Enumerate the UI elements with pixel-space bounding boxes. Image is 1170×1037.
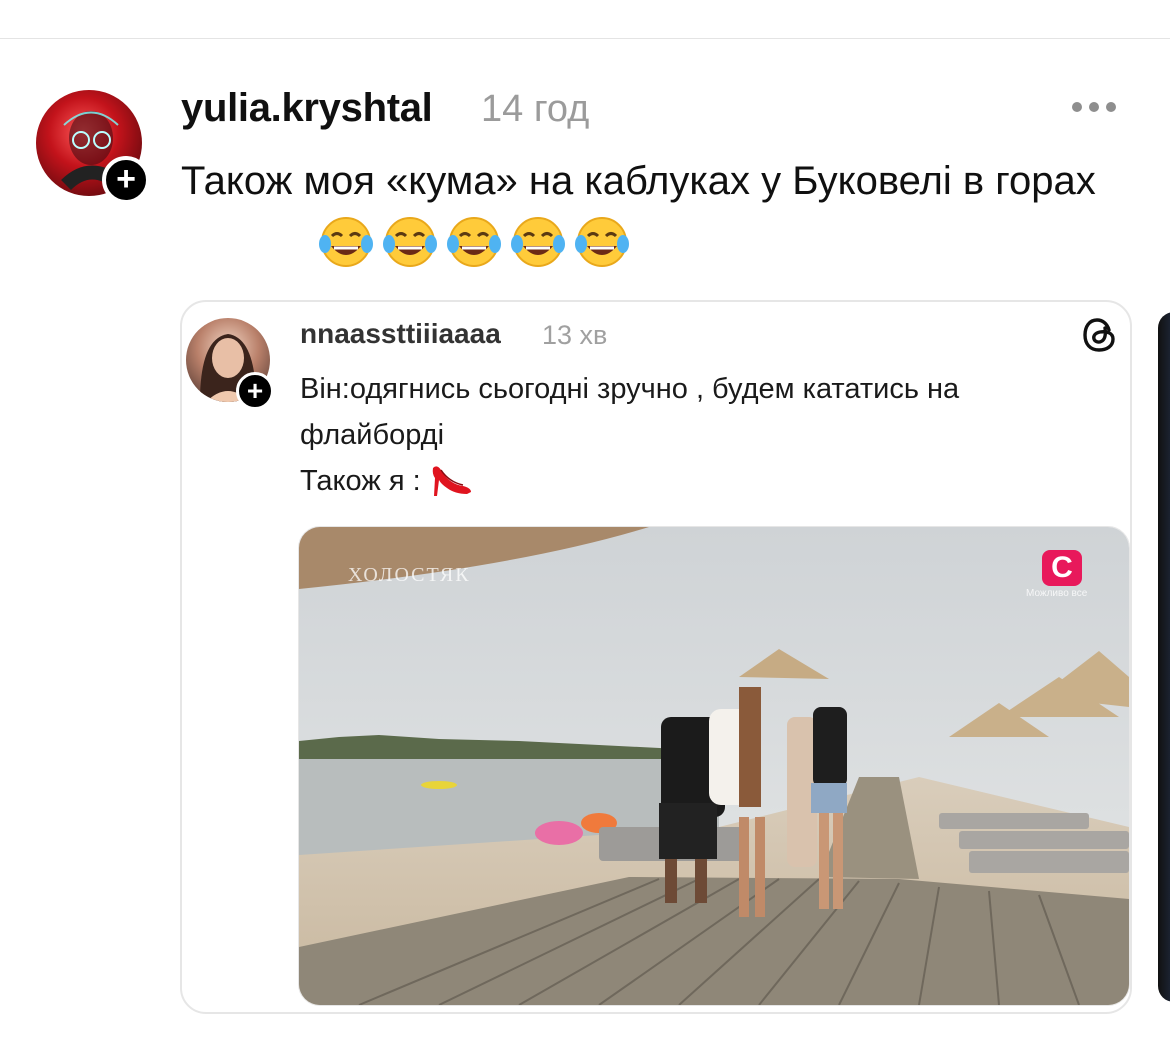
quoted-username[interactable]: nnaassttiiiaaaa (300, 318, 501, 350)
show-watermark: ХОЛОСТЯК (348, 564, 471, 586)
quoted-timestamp: 13 хв (542, 320, 608, 350)
quoted-post-text: Він:одягнись сьогодні зручно , будем кат… (300, 366, 1100, 504)
face-with-tears-of-joy-icon (508, 214, 568, 270)
quoted-media-image[interactable] (298, 526, 1130, 1006)
quoted-follow-button[interactable]: + (236, 372, 274, 410)
face-with-tears-of-joy-icon (316, 214, 376, 270)
channel-caption: Можливо все (1026, 588, 1088, 599)
face-with-tears-of-joy-icon (444, 214, 504, 270)
quoted-text-line-2-label: Також я : (300, 465, 421, 497)
high-heeled-shoe-icon (429, 458, 473, 498)
next-post-edge[interactable] (1158, 312, 1170, 1002)
more-options-icon[interactable] (1072, 92, 1124, 122)
follow-button[interactable]: + (102, 156, 150, 204)
emoji-row (316, 214, 632, 270)
face-with-tears-of-joy-icon (572, 214, 632, 270)
top-divider (0, 38, 1170, 39)
threads-logo-icon[interactable] (1082, 316, 1118, 354)
post-timestamp: 14 год (481, 88, 590, 130)
quoted-text-line-2: Також я : (300, 458, 1100, 504)
face-with-tears-of-joy-icon (380, 214, 440, 270)
quoted-text-line-1: Він:одягнись сьогодні зручно , будем кат… (300, 373, 960, 451)
post-text: Також моя «кума» на каблуках у Буковелі … (181, 159, 1096, 203)
post-username[interactable]: yulia.kryshtal (181, 86, 433, 131)
channel-logo: С (1042, 550, 1082, 586)
